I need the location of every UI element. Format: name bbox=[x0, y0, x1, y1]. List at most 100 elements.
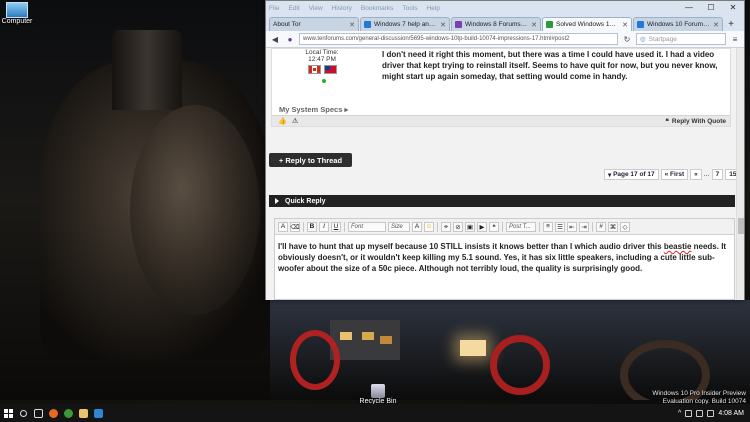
system-tray: ^ 4:08 AM bbox=[678, 409, 750, 417]
clock[interactable]: 4:08 AM bbox=[718, 410, 744, 417]
html-icon[interactable]: ◇ bbox=[620, 221, 630, 232]
taskbar-firefox[interactable] bbox=[46, 404, 61, 422]
taskbar-task-view[interactable] bbox=[31, 404, 46, 422]
back-icon[interactable]: ◀ bbox=[269, 33, 281, 45]
taskbar-search[interactable] bbox=[16, 404, 31, 422]
site-favicon-icon bbox=[546, 21, 553, 28]
menu-file[interactable]: File bbox=[269, 5, 279, 12]
reply-with-quote-button[interactable]: ❝ Reply With Quote bbox=[665, 117, 726, 126]
quote-button-icon[interactable]: ❝ bbox=[489, 221, 499, 232]
tab-label: Windows 10 Forums - ... bbox=[647, 21, 711, 28]
desktop-icon-computer[interactable]: Computer bbox=[2, 2, 32, 25]
url-bar[interactable]: www.tenforums.com/general-discussion/569… bbox=[299, 33, 618, 45]
code-icon[interactable]: # bbox=[596, 221, 606, 232]
close-tab-icon[interactable]: ✕ bbox=[622, 21, 628, 29]
bold-button[interactable]: B bbox=[307, 221, 317, 232]
menu-history[interactable]: History bbox=[332, 5, 352, 12]
menu-tools[interactable]: Tools bbox=[402, 5, 417, 12]
tray-expand-icon[interactable]: ^ bbox=[678, 410, 681, 417]
video-icon[interactable]: ▶ bbox=[477, 221, 487, 232]
my-system-specs-link[interactable]: My System Specs ▸ bbox=[279, 105, 348, 114]
desktop-icon-recycle-bin[interactable]: Recycle Bin bbox=[358, 384, 398, 405]
menu-edit[interactable]: Edit bbox=[288, 5, 299, 12]
computer-icon bbox=[6, 2, 28, 18]
unlink-icon[interactable]: ⊘ bbox=[453, 221, 463, 232]
close-tab-icon[interactable]: ✕ bbox=[440, 21, 446, 29]
tab-windows-8-forums[interactable]: Windows 8 Forums - ... ✕ bbox=[451, 17, 541, 31]
maximize-button[interactable]: ☐ bbox=[700, 1, 722, 14]
minimize-button[interactable]: — bbox=[678, 1, 700, 14]
folder-icon bbox=[79, 408, 88, 418]
menu-bookmarks[interactable]: Bookmarks bbox=[361, 5, 394, 12]
close-tab-icon[interactable]: ✕ bbox=[713, 21, 719, 29]
remove-format-icon[interactable]: ⌫ bbox=[290, 221, 300, 232]
pagination: ▾ Page 17 of 17 « First « ... 7 15 bbox=[604, 169, 741, 180]
thumbs-up-icon[interactable]: 👍 bbox=[278, 117, 287, 125]
post-template-select[interactable]: Post T... bbox=[506, 221, 536, 232]
underline-button[interactable]: U bbox=[331, 221, 341, 232]
tab-windows-7-help[interactable]: Windows 7 help and ... ✕ bbox=[360, 17, 450, 31]
tab-label: Windows 8 Forums - ... bbox=[465, 21, 529, 28]
search-engine-icon: ◎ bbox=[640, 36, 646, 43]
quote-icon: ❝ bbox=[665, 118, 669, 125]
recycle-bin-icon bbox=[371, 384, 385, 398]
canada-flag-icon bbox=[308, 65, 321, 74]
link-icon[interactable]: ⚭ bbox=[441, 221, 451, 232]
tab-about-tor[interactable]: About Tor ✕ bbox=[269, 17, 359, 31]
taskbar-file-explorer[interactable] bbox=[76, 404, 91, 422]
menu-view[interactable]: View bbox=[309, 5, 323, 12]
reply-to-thread-button[interactable]: + Reply to Thread bbox=[269, 153, 352, 167]
reload-icon[interactable]: ↻ bbox=[621, 33, 633, 45]
page-scrollbar[interactable] bbox=[736, 48, 744, 300]
unordered-list-icon[interactable]: ☰ bbox=[555, 221, 565, 232]
toolbar-separator bbox=[539, 221, 540, 232]
outdent-icon[interactable]: ⇤ bbox=[567, 221, 577, 232]
taskbar-tor-browser[interactable] bbox=[61, 404, 76, 422]
post-footer: 👍 ⚠ ❝ Reply With Quote bbox=[272, 115, 730, 126]
image-icon[interactable]: ▣ bbox=[465, 221, 475, 232]
taskbar: ^ 4:08 AM bbox=[0, 404, 750, 422]
search-box[interactable]: ◎ Startpage bbox=[636, 33, 726, 45]
page-content: Local Time: 12:47 PM My System Specs ▸ I… bbox=[266, 48, 744, 300]
close-tab-icon[interactable]: ✕ bbox=[531, 21, 537, 29]
first-page-button[interactable]: « First bbox=[660, 169, 689, 180]
quick-reply-title: Quick Reply bbox=[285, 197, 326, 205]
scrollbar-thumb[interactable] bbox=[738, 218, 744, 234]
tab-windows-10-forums[interactable]: Windows 10 Forums - ... ✕ bbox=[633, 17, 723, 31]
page-of-label[interactable]: ▾ Page 17 of 17 bbox=[604, 169, 659, 180]
action-center-icon[interactable] bbox=[707, 409, 715, 417]
tor-onion-icon[interactable]: ● bbox=[284, 33, 296, 45]
font-color-icon[interactable]: A bbox=[412, 221, 422, 232]
volume-icon[interactable] bbox=[696, 409, 704, 417]
close-window-button[interactable]: ✕ bbox=[722, 1, 744, 14]
watermark-line-1: Windows 10 Pro Insider Preview bbox=[652, 390, 746, 397]
php-icon[interactable]: ⌘ bbox=[608, 221, 618, 232]
smiley-icon[interactable]: ☺ bbox=[424, 221, 434, 232]
new-tab-button[interactable]: + bbox=[724, 18, 738, 31]
taskbar-photos[interactable] bbox=[91, 404, 106, 422]
page-link-7[interactable]: 7 bbox=[711, 169, 724, 180]
close-tab-icon[interactable]: ✕ bbox=[349, 21, 355, 29]
menu-help[interactable]: Help bbox=[427, 5, 440, 12]
tab-strip: About Tor ✕ Windows 7 help and ... ✕ Win… bbox=[266, 15, 744, 31]
tab-solved-windows-10[interactable]: Solved Windows 10T... ✕ bbox=[542, 17, 632, 31]
report-warning-icon[interactable]: ⚠ bbox=[292, 117, 300, 125]
menu-hamburger-icon[interactable]: ≡ bbox=[729, 33, 741, 45]
firefox-icon bbox=[49, 408, 58, 418]
indent-icon[interactable]: ⇥ bbox=[579, 221, 589, 232]
font-select[interactable]: Font bbox=[348, 221, 386, 232]
search-placeholder: Startpage bbox=[648, 35, 677, 43]
toggle-mode-icon[interactable]: A bbox=[278, 221, 288, 232]
start-button[interactable] bbox=[0, 404, 16, 422]
size-select[interactable]: Size bbox=[388, 221, 410, 232]
ordered-list-icon[interactable]: ≡ bbox=[543, 221, 553, 232]
quick-reply-header[interactable]: Quick Reply bbox=[269, 195, 735, 207]
previous-page-button[interactable]: « bbox=[690, 169, 702, 180]
italic-button[interactable]: I bbox=[319, 221, 329, 232]
misspelled-word: beastie bbox=[663, 242, 692, 251]
quick-reply-textarea[interactable]: I'll have to hunt that up myself because… bbox=[275, 235, 734, 274]
tab-label: Solved Windows 10T... bbox=[556, 21, 620, 28]
network-icon[interactable] bbox=[685, 409, 693, 417]
page-count: Page 17 of 17 bbox=[613, 171, 655, 178]
size-select-label: Size bbox=[391, 223, 403, 230]
